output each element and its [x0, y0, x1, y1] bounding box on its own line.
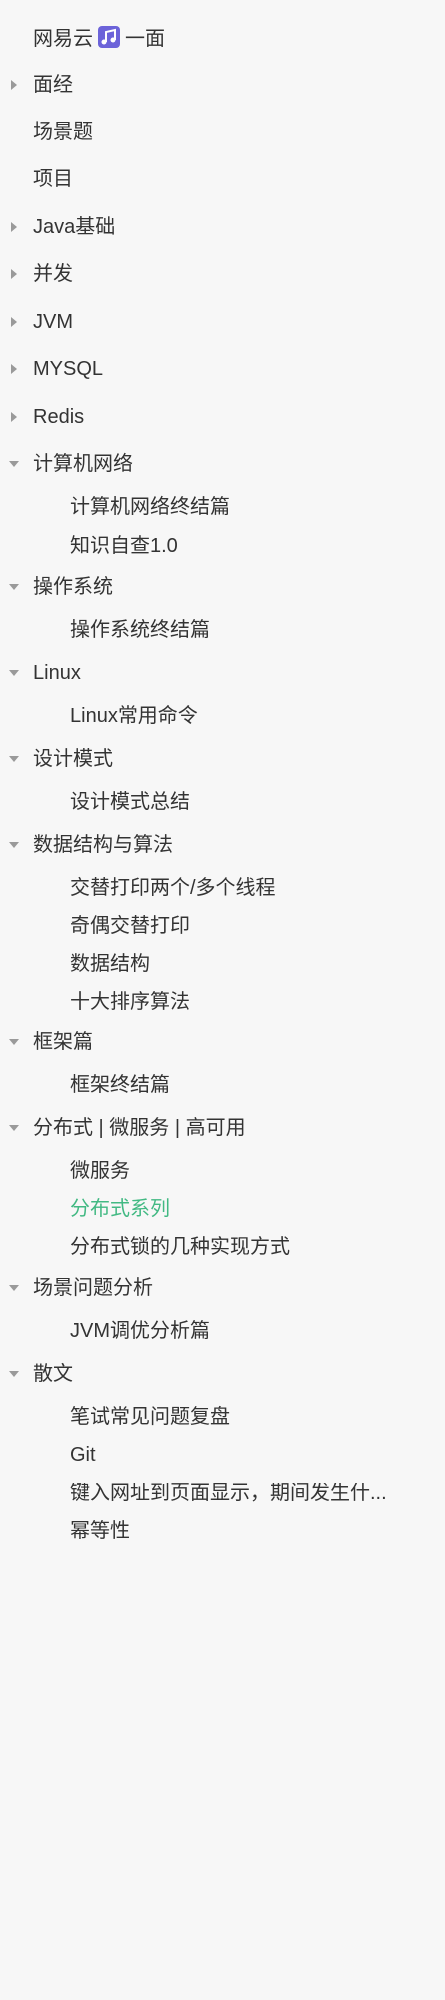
sidebar-item-label: Git [70, 1444, 96, 1466]
caret-right-icon[interactable] [8, 316, 20, 328]
caret-right-icon[interactable] [8, 221, 20, 233]
sidebar-item-linux[interactable]: Linux [0, 651, 445, 695]
sidebar-item-label: 框架篇 [33, 1031, 93, 1053]
sidebar-item-label: 设计模式总结 [70, 791, 190, 813]
sidebar-item-label: 数据结构与算法 [33, 834, 173, 856]
sidebar-item-projects[interactable]: 项目 [0, 157, 445, 201]
caret-down-icon[interactable] [8, 1368, 20, 1380]
sidebar-item-label: 并发 [33, 263, 73, 285]
sidebar-subitem-written-test-review[interactable]: 笔试常见问题复盘 [0, 1397, 445, 1437]
sidebar-item-essays[interactable]: 散文 [0, 1352, 445, 1396]
sidebar-item-label: Redis [33, 406, 85, 428]
sidebar-item-netease-first-interview[interactable]: 网易云 一面 [0, 15, 445, 59]
caret-down-icon[interactable] [8, 1282, 20, 1294]
sidebar-subitem-os-final[interactable]: 操作系统终结篇 [0, 610, 445, 650]
sidebar-item-label: 框架终结篇 [70, 1074, 170, 1096]
music-icon [97, 25, 121, 49]
sidebar-item-label: 场景问题分析 [33, 1277, 153, 1299]
sidebar-item-redis[interactable]: Redis [0, 395, 445, 439]
sidebar-subitem-alternate-print-threads[interactable]: 交替打印两个/多个线程 [0, 868, 445, 908]
sidebar-item-label: 散文 [33, 1363, 73, 1385]
sidebar-item-mysql[interactable]: MYSQL [0, 347, 445, 391]
sidebar-item-scenario-analysis[interactable]: 场景问题分析 [0, 1266, 445, 1310]
sidebar-item-scenario-questions[interactable]: 场景题 [0, 110, 445, 154]
sidebar-item-label: 面经 [33, 74, 73, 96]
caret-down-icon[interactable] [8, 581, 20, 593]
sidebar-item-design-patterns[interactable]: 设计模式 [0, 737, 445, 781]
sidebar-item-label: 分布式锁的几种实现方式 [70, 1236, 290, 1258]
sidebar-item-label: 奇偶交替打印 [70, 915, 190, 937]
sidebar-item-label: 操作系统终结篇 [70, 619, 210, 641]
sidebar-subitem-distributed-locks[interactable]: 分布式锁的几种实现方式 [0, 1227, 445, 1267]
sidebar-item-label: Java基础 [33, 216, 116, 238]
sidebar-item-label: MYSQL [33, 358, 104, 380]
sidebar-item-jvm[interactable]: JVM [0, 300, 445, 344]
caret-right-icon[interactable] [8, 268, 20, 280]
caret-down-icon[interactable] [8, 458, 20, 470]
sidebar-item-label: 设计模式 [33, 748, 113, 770]
sidebar-item-data-structures-algorithms[interactable]: 数据结构与算法 [0, 823, 445, 867]
sidebar-item-label: JVM [33, 311, 73, 333]
caret-down-icon[interactable] [8, 753, 20, 765]
sidebar-nav: 网易云 一面 面经 场景题 项目 Java基础 并发 JVM MYSQL Red… [0, 0, 445, 2000]
caret-right-icon[interactable] [8, 411, 20, 423]
sidebar-subitem-frameworks-final[interactable]: 框架终结篇 [0, 1065, 445, 1105]
caret-down-icon[interactable] [8, 1036, 20, 1048]
sidebar-subitem-sorting-algorithms[interactable]: 十大排序算法 [0, 982, 445, 1022]
sidebar-subitem-data-structures[interactable]: 数据结构 [0, 944, 445, 984]
sidebar-item-distributed-microservices-ha[interactable]: 分布式 | 微服务 | 高可用 [0, 1106, 445, 1150]
sidebar-item-label: 数据结构 [70, 953, 150, 975]
sidebar-item-label: 键入网址到页面显示，期间发生什... [70, 1483, 387, 1503]
sidebar-item-label: 场景题 [33, 121, 93, 143]
sidebar-subitem-jvm-tuning[interactable]: JVM调优分析篇 [0, 1311, 445, 1351]
sidebar-item-label: 幂等性 [70, 1520, 130, 1542]
sidebar-item-operating-systems[interactable]: 操作系统 [0, 565, 445, 609]
sidebar-subitem-idempotency[interactable]: 幂等性 [0, 1511, 445, 1551]
sidebar-subitem-microservices[interactable]: 微服务 [0, 1151, 445, 1191]
sidebar-subitem-git[interactable]: Git [0, 1435, 445, 1475]
sidebar-item-label: 计算机网络终结篇 [70, 496, 230, 518]
sidebar-item-label: 项目 [33, 168, 73, 190]
sidebar-item-label: Linux [33, 662, 81, 684]
sidebar-item-frameworks[interactable]: 框架篇 [0, 1020, 445, 1064]
sidebar-item-label: 操作系统 [33, 576, 113, 598]
sidebar-item-label: 微服务 [70, 1160, 130, 1182]
sidebar-subitem-url-to-page[interactable]: 键入网址到页面显示，期间发生什... [0, 1473, 445, 1513]
sidebar-item-label: JVM调优分析篇 [70, 1320, 210, 1342]
sidebar-item-computer-networks[interactable]: 计算机网络 [0, 442, 445, 486]
caret-down-icon[interactable] [8, 1122, 20, 1134]
sidebar-subitem-knowledge-self-check[interactable]: 知识自查1.0 [0, 526, 445, 566]
sidebar-item-java-basics[interactable]: Java基础 [0, 205, 445, 249]
sidebar-subitem-odd-even-print[interactable]: 奇偶交替打印 [0, 906, 445, 946]
caret-right-icon[interactable] [8, 363, 20, 375]
caret-right-icon[interactable] [8, 79, 20, 91]
sidebar-item-label: 笔试常见问题复盘 [70, 1406, 230, 1428]
sidebar-subitem-linux-commands[interactable]: Linux常用命令 [0, 696, 445, 736]
sidebar-subitem-design-patterns-summary[interactable]: 设计模式总结 [0, 782, 445, 822]
sidebar-item-label: 知识自查1.0 [70, 535, 178, 557]
sidebar-subitem-network-final[interactable]: 计算机网络终结篇 [0, 487, 445, 527]
caret-down-icon[interactable] [8, 839, 20, 851]
caret-down-icon[interactable] [8, 667, 20, 679]
sidebar-item-label: 分布式 | 微服务 | 高可用 [33, 1117, 246, 1139]
sidebar-item-concurrency[interactable]: 并发 [0, 252, 445, 296]
sidebar-subitem-distributed-series[interactable]: 分布式系列 [0, 1189, 445, 1229]
sidebar-item-label: 分布式系列 [70, 1198, 170, 1220]
sidebar-item-label: 交替打印两个/多个线程 [70, 877, 276, 899]
sidebar-item-label: Linux常用命令 [70, 705, 198, 727]
sidebar-item-label: 计算机网络 [33, 453, 133, 475]
sidebar-item-interview-experience[interactable]: 面经 [0, 63, 445, 107]
sidebar-item-label: 网易云 一面 [33, 25, 165, 49]
sidebar-item-label: 十大排序算法 [70, 991, 190, 1013]
